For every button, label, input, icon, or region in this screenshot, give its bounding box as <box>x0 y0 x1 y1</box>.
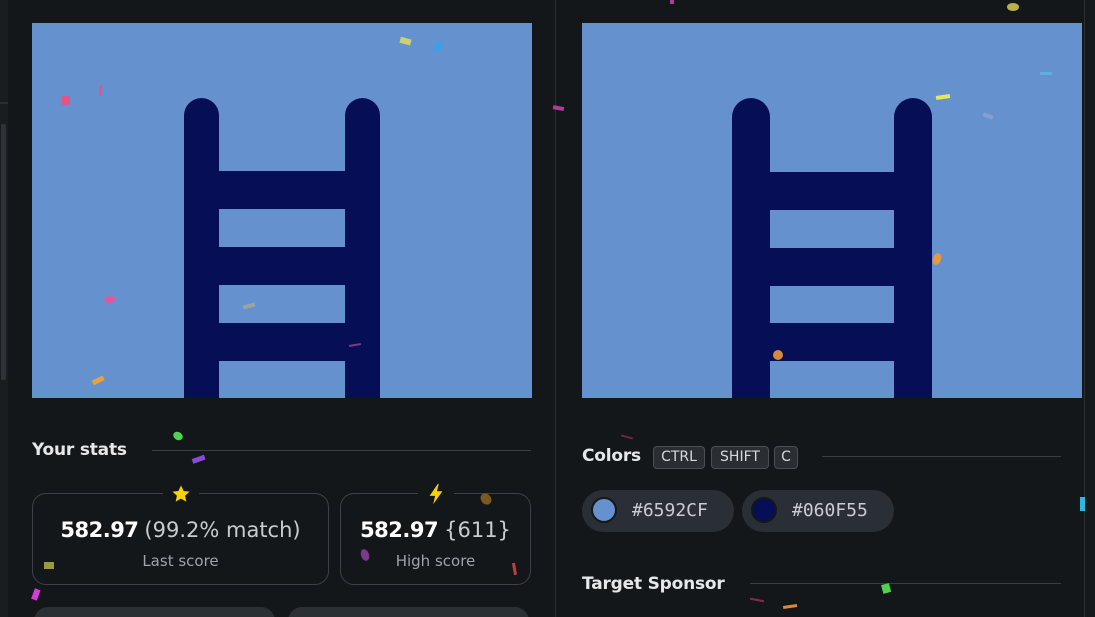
target-ladder-rung-3 <box>770 323 894 361</box>
last-score-value: 582.97 <box>60 518 139 542</box>
color-hex-1: #6592CF <box>632 500 708 521</box>
user-drawing <box>32 23 532 398</box>
sponsor-title-rule <box>750 583 1061 584</box>
ladder-left-rail-body <box>184 115 219 398</box>
last-score-card: 582.97 (99.2% match) Last score <box>32 480 329 585</box>
high-score-card: 582.97 {611} High score <box>340 480 531 585</box>
shortcut-key-c: C <box>774 446 798 469</box>
target-ladder-rung-1 <box>770 172 894 210</box>
color-hex-2: #060F55 <box>792 500 868 521</box>
high-score-caption: High score <box>395 552 476 570</box>
panel-divider <box>555 0 556 617</box>
scrollbar-divider <box>0 102 8 104</box>
target-canvas <box>582 23 1082 398</box>
last-score-match: (99.2% match) <box>144 518 301 542</box>
color-swatch-1[interactable]: #6592CF <box>582 490 734 532</box>
ladder-right-rail-body <box>345 115 380 398</box>
ladder-rung-1 <box>219 171 345 209</box>
target-ladder-right-rail-body <box>894 117 932 398</box>
color-dot-2 <box>751 497 777 523</box>
scrollbar-thumb[interactable] <box>1 124 6 380</box>
action-button-left[interactable] <box>34 607 275 617</box>
colors-title: Colors <box>582 446 641 466</box>
last-score-caption: Last score <box>142 552 219 570</box>
lightning-icon <box>429 483 442 505</box>
stats-title: Your stats <box>32 440 127 460</box>
target-ladder-rung-2 <box>770 248 894 286</box>
user-canvas[interactable] <box>32 23 532 398</box>
ladder-rung-2 <box>219 247 345 285</box>
app-root: Your stats 582.97 (99.2% match) Last scor… <box>0 0 1095 617</box>
sponsor-title: Target Sponsor <box>582 574 725 594</box>
shortcut-key-shift: SHIFT <box>711 446 769 469</box>
ladder-rung-3 <box>219 323 345 361</box>
left-scrollbar[interactable] <box>0 0 8 617</box>
target-ladder-left-rail-body <box>732 117 770 398</box>
high-score-rank: {611} <box>444 518 511 542</box>
target-drawing <box>582 23 1082 398</box>
colors-title-rule <box>822 456 1061 457</box>
last-score-line: 582.97 (99.2% match) <box>33 518 328 542</box>
star-badge <box>162 480 199 508</box>
stats-title-rule <box>152 450 531 451</box>
shortcut-key-ctrl: CTRL <box>653 446 705 469</box>
right-scrollbar[interactable] <box>1084 0 1095 617</box>
bolt-badge <box>417 480 454 508</box>
high-score-line: 582.97 {611} <box>341 518 530 542</box>
high-score-value: 582.97 <box>360 518 439 542</box>
star-icon <box>172 485 189 502</box>
color-swatch-2[interactable]: #060F55 <box>742 490 894 532</box>
action-button-right[interactable] <box>288 607 529 617</box>
color-dot-1 <box>591 497 617 523</box>
